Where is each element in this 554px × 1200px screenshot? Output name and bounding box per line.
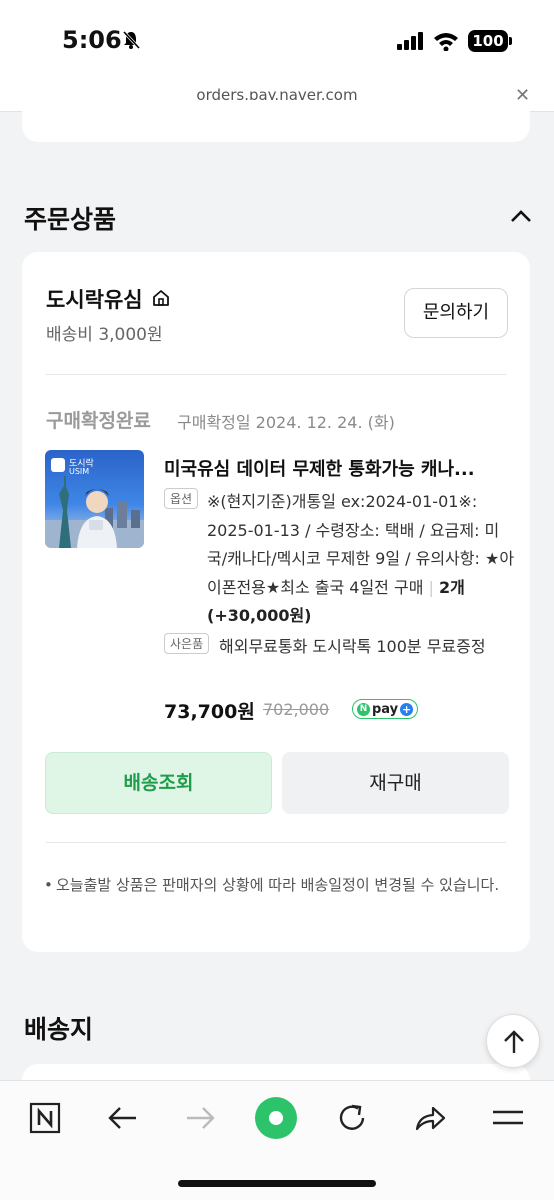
naver-n-badge-icon: N [357,702,370,716]
option-details: ※(현지기준)개통일 ex:2024-01-01※: 2025-01-13 / … [207,488,517,631]
order-card: 도시락유심 배송비 3,000원 문의하기 구매확정완료 구매확정일 2024.… [22,252,530,952]
statue-of-liberty-image [45,476,144,548]
track-delivery-button[interactable]: 배송조회 [45,752,272,814]
status-time: 5:06 [62,26,122,54]
status-bar: 5:06 100 [0,0,554,80]
bell-muted-icon [122,30,140,50]
plus-icon: + [400,702,414,716]
battery-tip [509,37,512,45]
product-thumbnail[interactable]: 도시락 USIM [45,450,144,548]
option-separator: | [428,577,439,597]
battery-indicator: 100 [468,30,508,52]
npay-plus-badge: N pay + [352,699,419,719]
wifi-icon [434,33,458,51]
reload-icon[interactable] [336,1102,370,1134]
scroll-top-button[interactable] [486,1014,540,1068]
share-icon[interactable] [413,1102,447,1134]
gift-tag: 사은품 [164,633,210,654]
original-price: 702,000 [263,700,330,719]
forward-arrow-icon[interactable] [183,1102,217,1134]
shipping-fee: 배송비 3,000원 [46,325,163,345]
rebuy-button[interactable]: 재구매 [282,752,509,814]
bullet: • [44,876,53,894]
inquiry-button[interactable]: 문의하기 [404,288,508,338]
section-title-ordered-items: 주문상품 [24,205,117,234]
previous-card [22,100,530,142]
section-title-delivery: 배송지 [24,1015,94,1044]
back-arrow-icon[interactable] [106,1102,140,1134]
naver-n-icon[interactable] [28,1102,62,1134]
order-status: 구매확정완료 [46,410,151,432]
cellular-signal-icon [397,32,423,50]
option-text: ※(현지기준)개통일 ex:2024-01-01※: 2025-01-13 / … [207,492,515,597]
arrow-up-icon [504,1030,524,1053]
npay-label: pay [372,701,399,717]
gift-text: 해외무료통화 도시락톡 100분 무료증정 [219,637,486,656]
green-dot-icon[interactable] [254,1096,298,1140]
notice-text: 오늘출발 상품은 판매자의 상황에 따라 배송일정이 변경될 수 있습니다. [56,876,500,894]
home-icon[interactable] [151,288,171,308]
chevron-up-icon[interactable] [510,208,532,224]
option-tag: 옵션 [164,488,199,509]
divider [46,374,506,375]
sale-price: 73,700원 [164,701,255,723]
delivery-notice: • 오늘출발 상품은 판매자의 상황에 따라 배송일정이 변경될 수 있습니다. [44,872,504,899]
order-status-date: 구매확정일 2024. 12. 24. (화) [177,413,395,432]
product-name[interactable]: 미국유심 데이터 무제한 통화가능 캐나... [164,455,475,481]
seller-name[interactable]: 도시락유심 [46,284,143,314]
home-indicator [178,1180,376,1187]
divider [46,842,506,843]
menu-icon[interactable] [491,1102,525,1134]
